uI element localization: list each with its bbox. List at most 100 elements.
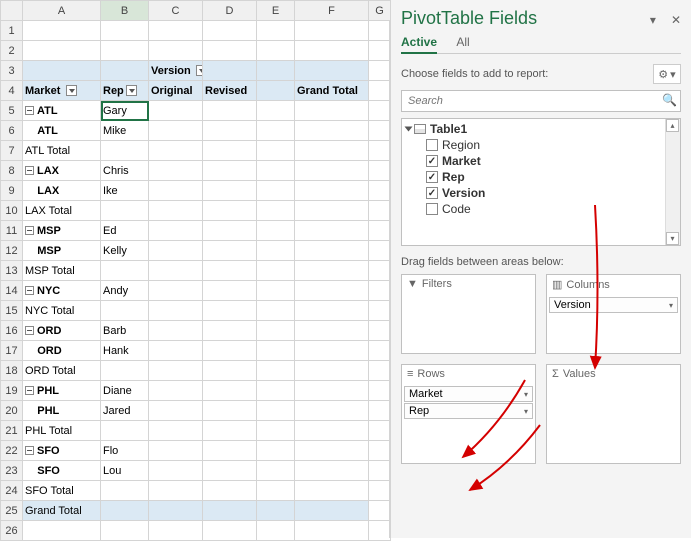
cell[interactable]: Diane: [101, 381, 149, 401]
col-header-g[interactable]: G: [369, 1, 391, 21]
cell[interactable]: [295, 141, 369, 161]
cell[interactable]: [369, 121, 391, 141]
cell[interactable]: [101, 501, 149, 521]
cell[interactable]: [257, 241, 295, 261]
cell[interactable]: [369, 501, 391, 521]
cell[interactable]: [295, 201, 369, 221]
cell[interactable]: [369, 481, 391, 501]
cell[interactable]: [101, 201, 149, 221]
cell[interactable]: NYC Total: [23, 301, 101, 321]
collapse-icon[interactable]: [25, 386, 34, 395]
cell[interactable]: [369, 281, 391, 301]
cell[interactable]: [369, 341, 391, 361]
row-header[interactable]: 8: [1, 161, 23, 181]
cell[interactable]: MSP: [23, 241, 101, 261]
cell[interactable]: [203, 141, 257, 161]
row-header[interactable]: 20: [1, 401, 23, 421]
collapse-icon[interactable]: [25, 106, 34, 115]
cell[interactable]: ATL Total: [23, 141, 101, 161]
cell[interactable]: [257, 21, 295, 41]
row-header[interactable]: 7: [1, 141, 23, 161]
cell[interactable]: Ike: [101, 181, 149, 201]
cell[interactable]: [101, 21, 149, 41]
cell[interactable]: [149, 221, 203, 241]
cell[interactable]: [23, 21, 101, 41]
cell[interactable]: [149, 421, 203, 441]
collapse-icon[interactable]: [25, 326, 34, 335]
cell[interactable]: [369, 81, 391, 101]
search-input[interactable]: [401, 90, 681, 112]
market-filter-dropdown[interactable]: [66, 85, 77, 96]
row-header[interactable]: 10: [1, 201, 23, 221]
cell[interactable]: [149, 41, 203, 61]
scroll-down-icon[interactable]: ▾: [666, 232, 679, 245]
cell[interactable]: Market: [23, 81, 101, 101]
cell[interactable]: [295, 301, 369, 321]
row-header[interactable]: 12: [1, 241, 23, 261]
cell[interactable]: Grand Total: [23, 501, 101, 521]
cell[interactable]: [257, 381, 295, 401]
cell[interactable]: [369, 21, 391, 41]
select-all-corner[interactable]: [1, 1, 23, 21]
row-header[interactable]: 22: [1, 441, 23, 461]
cell[interactable]: Hank: [101, 341, 149, 361]
cell[interactable]: SFO: [23, 461, 101, 481]
cell[interactable]: [257, 501, 295, 521]
cell[interactable]: [149, 201, 203, 221]
cell[interactable]: [203, 401, 257, 421]
cell[interactable]: [149, 121, 203, 141]
field-region[interactable]: Region: [406, 137, 680, 153]
cell[interactable]: Flo: [101, 441, 149, 461]
cell[interactable]: [369, 101, 391, 121]
cell[interactable]: [149, 301, 203, 321]
cell[interactable]: [149, 21, 203, 41]
cell[interactable]: [257, 301, 295, 321]
cell[interactable]: [257, 121, 295, 141]
cell[interactable]: [149, 501, 203, 521]
cell[interactable]: ORD: [23, 321, 101, 341]
cell[interactable]: LAX Total: [23, 201, 101, 221]
row-header[interactable]: 21: [1, 421, 23, 441]
cell[interactable]: MSP: [23, 221, 101, 241]
cell[interactable]: [369, 161, 391, 181]
version-filter-dropdown[interactable]: [196, 65, 203, 76]
pane-menu-caret-icon[interactable]: ▾: [650, 13, 666, 27]
col-header-a[interactable]: A: [23, 1, 101, 21]
cell[interactable]: PHL Total: [23, 421, 101, 441]
cell[interactable]: [203, 321, 257, 341]
cell[interactable]: [369, 141, 391, 161]
cell[interactable]: [257, 181, 295, 201]
cell[interactable]: [203, 61, 257, 81]
cell[interactable]: Lou: [101, 461, 149, 481]
row-header[interactable]: 18: [1, 361, 23, 381]
area-chip-rep[interactable]: Rep▾: [404, 403, 533, 419]
cell[interactable]: Gary: [101, 101, 149, 121]
cell[interactable]: [149, 321, 203, 341]
cell[interactable]: [23, 41, 101, 61]
collapse-icon[interactable]: [25, 166, 34, 175]
row-header[interactable]: 9: [1, 181, 23, 201]
cell[interactable]: [257, 161, 295, 181]
cell[interactable]: [257, 41, 295, 61]
cell[interactable]: [257, 81, 295, 101]
cell[interactable]: [203, 181, 257, 201]
close-icon[interactable]: ✕: [671, 13, 681, 27]
cell[interactable]: [203, 221, 257, 241]
cell[interactable]: [369, 201, 391, 221]
cell[interactable]: [295, 121, 369, 141]
cell[interactable]: ORD: [23, 341, 101, 361]
cell[interactable]: [295, 41, 369, 61]
cell[interactable]: [295, 361, 369, 381]
cell[interactable]: [257, 101, 295, 121]
row-header[interactable]: 14: [1, 281, 23, 301]
tab-all[interactable]: All: [456, 35, 469, 49]
cell[interactable]: [203, 41, 257, 61]
cell[interactable]: [295, 381, 369, 401]
cell[interactable]: [101, 261, 149, 281]
cell[interactable]: LAX: [23, 181, 101, 201]
cell[interactable]: [295, 321, 369, 341]
expand-icon[interactable]: [405, 127, 413, 132]
row-header[interactable]: 4: [1, 81, 23, 101]
row-header[interactable]: 24: [1, 481, 23, 501]
cell[interactable]: [149, 181, 203, 201]
